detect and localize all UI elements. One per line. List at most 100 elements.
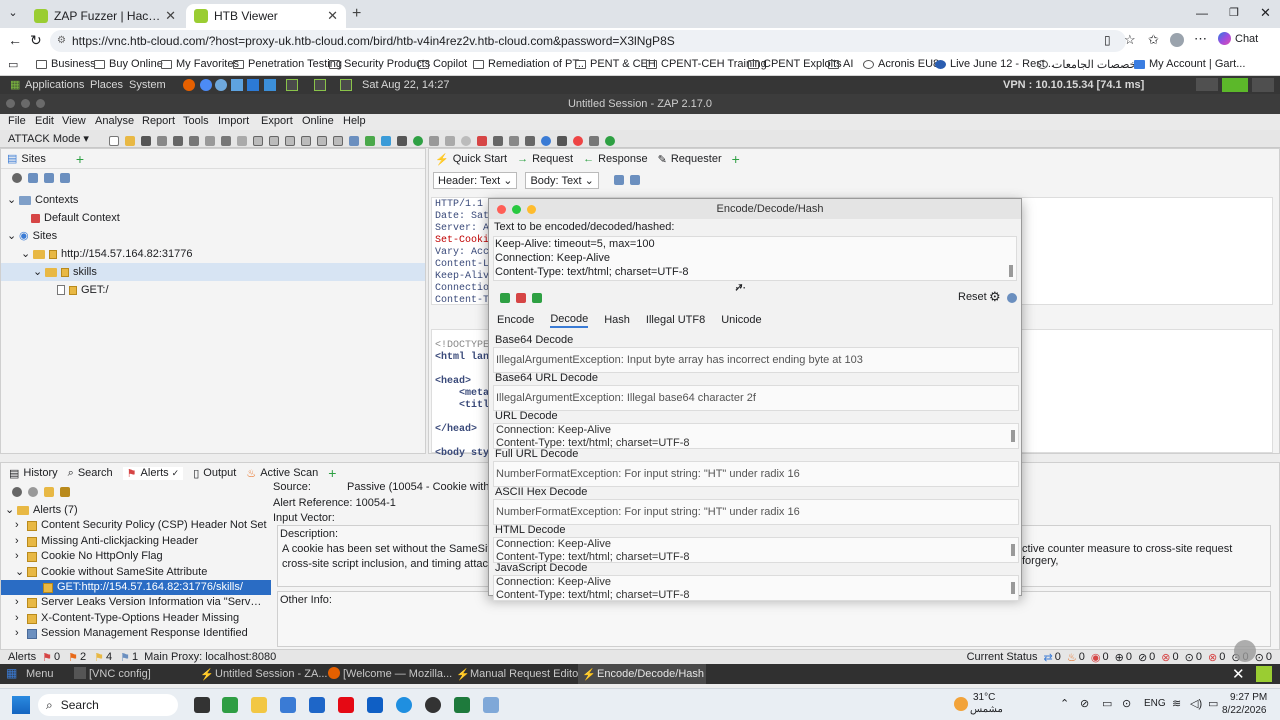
applications-menu[interactable]: Applications [25,79,84,91]
bookmark-folder[interactable]: My Favorites [161,58,239,70]
taskbar-clock[interactable]: 9:27 PM [1230,692,1267,703]
bookmark-folder[interactable]: Business [36,58,96,70]
add-tab-icon[interactable]: + [732,151,740,167]
app-icon[interactable] [425,697,441,713]
open-session-icon[interactable] [125,135,135,146]
task-firefox[interactable]: [Welcome — Mozilla... [343,668,452,680]
alert-item[interactable]: › X-Content-Type-Options Header Missing [5,611,271,626]
app-icon[interactable] [309,697,325,713]
weather-temp[interactable]: 31°C [973,692,995,703]
snapshot-icon[interactable] [157,135,167,146]
online-icon[interactable] [605,135,615,146]
result-output[interactable]: Connection: Keep-Alive Content-Type: text… [493,423,1019,449]
vscode-icon[interactable] [247,79,259,91]
options-icon[interactable] [173,135,183,146]
edge-icon[interactable] [396,697,412,713]
tab-response[interactable]: ← Response [583,153,648,165]
tray-icon[interactable]: ⊙ [1122,697,1131,710]
layout-icon[interactable] [317,135,327,146]
url-input[interactable]: ⚙ https://vnc.htb-cloud.com/?host=proxy-… [50,30,1126,52]
scroll-button[interactable] [1234,640,1256,662]
bookmark-folder[interactable]: Security Products [329,58,430,70]
chat-button[interactable]: Chat [1218,32,1258,45]
menu-file[interactable]: File [8,115,26,127]
tab-list-chevron-icon[interactable]: ⌄ [4,6,22,22]
step-icon[interactable] [445,135,455,146]
scrollbar[interactable] [1011,582,1015,594]
tab-history[interactable]: ▤ History [9,467,58,480]
more-menu-icon[interactable]: ⋯ [1194,31,1207,47]
tab-decode[interactable]: Decode [550,313,589,328]
menu-view[interactable]: View [62,115,86,127]
layout-icon[interactable] [333,135,343,146]
close-tab-icon[interactable]: ✕ [165,8,176,24]
tool-icon[interactable] [557,135,567,146]
netflix-icon[interactable] [338,697,354,713]
alert-item[interactable]: › Missing Anti-clickjacking Header [5,534,271,549]
task-view-icon[interactable] [194,697,210,713]
clear-icon[interactable] [516,293,526,303]
close-overlay-icon[interactable]: ✕ [1232,665,1245,683]
close-tab-icon[interactable]: ✕ [327,8,338,24]
result-output[interactable]: Connection: Keep-Alive Content-Type: text… [493,575,1019,601]
terminal-icon[interactable] [286,79,298,91]
menu-import[interactable]: Import [218,115,249,127]
app-icon[interactable] [483,697,499,713]
bulb-icon[interactable] [397,135,407,146]
window-maximize-dot[interactable] [36,99,45,108]
target-icon[interactable] [12,487,22,497]
alert-item[interactable]: › Content Security Policy (CSP) Header No… [5,518,271,533]
result-output[interactable]: NumberFormatException: For input string:… [493,461,1019,487]
reset-button[interactable]: Reset [958,291,987,303]
alerts-root[interactable]: ⌄ Alerts (7) [5,503,271,518]
task-zap-session[interactable]: Untitled Session - ZA... [215,668,328,680]
tool-icon[interactable] [205,135,215,146]
tree-node-contexts[interactable]: ⌄ Contexts [7,191,425,209]
battery-icon[interactable]: ▭ [1208,697,1218,710]
menu-help[interactable]: Help [343,115,366,127]
help-icon[interactable] [541,135,551,146]
chrome-icon[interactable] [200,79,212,91]
hud-icon[interactable] [573,135,583,146]
add-tab-icon[interactable]: + [76,151,84,167]
layout-icon[interactable] [269,135,279,146]
alert-item[interactable]: ⌄ Cookie without SameSite Attribute [5,565,271,580]
tree-node-skills[interactable]: ⌄ skills [1,263,425,281]
header-view-select[interactable]: Header: Text ⌄ [433,171,518,189]
body-view-select[interactable]: Body: Text ⌄ [525,171,599,189]
tray-icon[interactable]: ⊘ [1080,697,1089,710]
app-icon[interactable] [280,697,296,713]
tab-output[interactable]: ▯ Output [193,467,236,480]
tool-icon[interactable] [28,173,38,183]
scrollbar[interactable] [1009,265,1013,277]
copy-icon[interactable] [532,293,542,303]
tab-sites[interactable]: ▤ Sites [7,152,46,166]
site-info-icon[interactable]: ⚙ [57,30,66,52]
layout-icon[interactable] [237,135,247,146]
restore-window-icon[interactable]: ❐ [1229,6,1239,19]
windows-search-box[interactable]: ⌕ Search [38,694,178,716]
tool-icon[interactable] [44,173,54,183]
alert-item[interactable]: › Server Leaks Version Information via "S… [5,595,271,610]
tab-unicode[interactable]: Unicode [721,314,761,326]
menu-tools[interactable]: Tools [183,115,209,127]
layout-icon[interactable] [253,135,263,146]
new-session-icon[interactable] [109,135,119,146]
tool-icon[interactable] [589,135,599,146]
tabs-view-icon[interactable] [629,175,640,185]
wifi-icon[interactable]: ≋ [1172,697,1181,710]
apps-grid-icon[interactable]: ▦ [10,78,20,91]
result-output[interactable]: IllegalArgumentException: Illegal base64… [493,385,1019,411]
result-output[interactable]: NumberFormatException: For input string:… [493,499,1019,525]
tab-search-icon[interactable]: ▭ [8,58,18,71]
task-vnc-config[interactable]: [VNC config] [89,668,151,680]
favorites-icon[interactable]: ✩ [1148,32,1159,48]
tool-icon[interactable] [60,173,70,183]
tool-icon[interactable] [525,135,535,146]
stop-icon[interactable] [461,135,471,146]
alert-item[interactable]: › Cookie No HttpOnly Flag [5,549,271,564]
back-icon[interactable]: ← [8,32,22,48]
break-icon[interactable] [413,135,423,146]
window-close-dot[interactable] [6,99,15,108]
tab-encode[interactable]: Encode [497,314,534,326]
